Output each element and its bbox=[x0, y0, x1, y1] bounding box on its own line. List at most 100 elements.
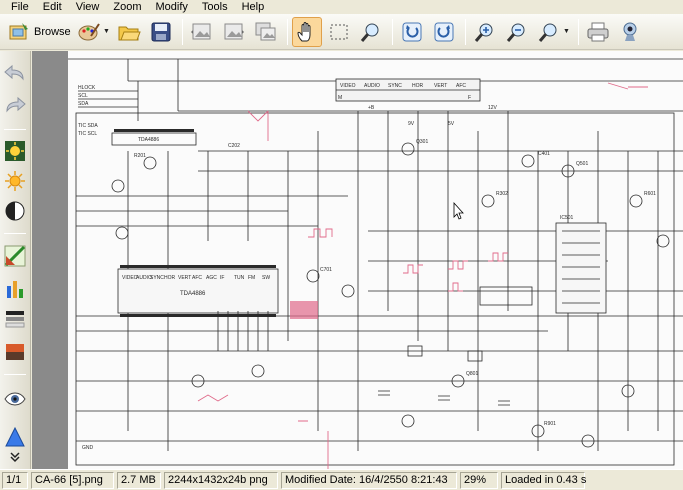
label-r601: R601 bbox=[644, 191, 656, 197]
preview-button[interactable] bbox=[3, 387, 27, 411]
brightness-icon bbox=[5, 141, 25, 161]
sidebar-separator bbox=[4, 233, 26, 234]
rotate-left-icon bbox=[402, 22, 422, 41]
ic-main-pin-6: AFC bbox=[192, 275, 202, 281]
palette-dropdown-icon[interactable]: ▼ bbox=[103, 28, 110, 35]
label-12v: 12V bbox=[488, 105, 498, 111]
redo-icon bbox=[6, 96, 26, 113]
schematic-image[interactable]: HLOCK SCL SDA TIC SDA TIC SCL R201 C202 … bbox=[68, 51, 683, 469]
toolbar-separator bbox=[577, 18, 579, 45]
browse-icon bbox=[9, 22, 28, 39]
label-f: F bbox=[468, 95, 471, 101]
eye-icon bbox=[4, 392, 26, 406]
print-button[interactable] bbox=[583, 17, 613, 47]
status-page: 1/1 bbox=[2, 471, 28, 489]
image-next-icon bbox=[224, 23, 244, 39]
magnifier-button[interactable] bbox=[356, 17, 386, 47]
schematic-drawing: HLOCK SCL SDA TIC SDA TIC SCL R201 C202 … bbox=[68, 58, 683, 469]
sharpen-icon bbox=[5, 426, 25, 447]
printer-icon bbox=[587, 22, 609, 41]
label-q801: Q801 bbox=[466, 371, 478, 377]
redo-button[interactable] bbox=[3, 93, 27, 117]
rotate-right-icon bbox=[434, 22, 454, 41]
rotate-left-button[interactable] bbox=[397, 17, 427, 47]
hue-button[interactable] bbox=[3, 307, 27, 331]
ic-main-pin-3: SYNC bbox=[150, 275, 164, 281]
label-tic-scl: TIC SCL bbox=[78, 131, 97, 137]
image-prev-icon bbox=[190, 23, 211, 39]
sidebar-more-button[interactable] bbox=[3, 449, 27, 465]
menu-zoom[interactable]: Zoom bbox=[106, 0, 148, 14]
label-c701: C701 bbox=[320, 267, 332, 273]
zoom-in-button[interactable] bbox=[470, 17, 500, 47]
image-viewer[interactable]: HLOCK SCL SDA TIC SDA TIC SCL R201 C202 … bbox=[32, 51, 683, 469]
swatch-icon bbox=[6, 344, 24, 360]
histogram-button[interactable] bbox=[3, 277, 27, 301]
open-button[interactable] bbox=[114, 17, 144, 47]
status-modified-date: Modified Date: 16/4/2550 8:21:43 bbox=[281, 471, 457, 489]
brightness-button[interactable] bbox=[3, 139, 27, 163]
webcam-button[interactable] bbox=[615, 17, 645, 47]
color-balance-button[interactable] bbox=[3, 244, 27, 268]
rotate-right-button[interactable] bbox=[429, 17, 459, 47]
zoom-out-button[interactable] bbox=[502, 17, 532, 47]
browse-label: Browse bbox=[34, 25, 71, 38]
toolbar-separator bbox=[286, 18, 288, 45]
toolbar-separator bbox=[391, 18, 393, 45]
ic-main-pin-9: TUN bbox=[234, 275, 245, 281]
light-button[interactable] bbox=[3, 169, 27, 193]
status-bar: 1/1 CA-66 [5].png 2.7 MB 2244x1432x24b p… bbox=[0, 469, 683, 490]
menu-edit[interactable]: Edit bbox=[36, 0, 69, 14]
label-r901: R901 bbox=[544, 421, 556, 427]
menu-view[interactable]: View bbox=[69, 0, 107, 14]
save-disk-icon bbox=[151, 22, 171, 41]
pan-tool-button[interactable] bbox=[291, 16, 322, 47]
hue-icon bbox=[5, 311, 25, 328]
undo-button[interactable] bbox=[3, 61, 27, 85]
sun-icon bbox=[5, 171, 25, 191]
menu-modify[interactable]: Modify bbox=[148, 0, 194, 14]
ic-main-pin-7: AGC bbox=[206, 275, 217, 281]
mouse-cursor-icon bbox=[453, 201, 464, 220]
sharpen-button[interactable] bbox=[3, 425, 27, 449]
select-rect-icon bbox=[330, 24, 348, 39]
webcam-icon bbox=[623, 22, 637, 41]
connector-pin-6: AFC bbox=[456, 83, 466, 89]
toolbar: Browse ▼ ▼ bbox=[0, 14, 683, 50]
connector-pin-1: VIDEO bbox=[340, 83, 356, 89]
ic-main-pin-11: SW bbox=[262, 275, 270, 281]
label-m: M bbox=[338, 95, 342, 101]
ic-main-pin-4: HOR bbox=[164, 275, 176, 281]
connector-pin-2: AUDIO bbox=[364, 83, 380, 89]
zoom-dropdown-icon bbox=[538, 23, 557, 42]
zoom-menu-button[interactable] bbox=[534, 17, 564, 47]
label-ic501: IC501 bbox=[560, 215, 574, 221]
label-q501: Q501 bbox=[576, 161, 588, 167]
more-icon bbox=[10, 452, 20, 463]
next-image-button[interactable] bbox=[219, 17, 249, 47]
label-c202: C202 bbox=[228, 143, 240, 149]
menu-bar: File Edit View Zoom Modify Tools Help bbox=[0, 0, 683, 14]
browse-button[interactable]: Browse bbox=[6, 17, 72, 47]
menu-tools[interactable]: Tools bbox=[195, 0, 235, 14]
swatch-button[interactable] bbox=[3, 340, 27, 364]
menu-file[interactable]: File bbox=[4, 0, 36, 14]
zoom-dropdown-arrow-icon[interactable]: ▼ bbox=[563, 28, 570, 35]
ic-main-pin-8: IF bbox=[220, 275, 224, 281]
palette-button[interactable] bbox=[74, 17, 104, 47]
toolbar-separator bbox=[464, 18, 466, 45]
slideshow-button[interactable] bbox=[251, 17, 281, 47]
label-scl: SCL bbox=[78, 93, 88, 99]
menu-help[interactable]: Help bbox=[235, 0, 272, 14]
label-b-plus: +B bbox=[368, 105, 375, 111]
label-c401: C401 bbox=[538, 151, 550, 157]
save-button[interactable] bbox=[146, 17, 176, 47]
palette-icon bbox=[78, 22, 100, 40]
ic-main-pin-5: VERT bbox=[178, 275, 191, 281]
label-9v: 9V bbox=[408, 121, 415, 127]
select-tool-button[interactable] bbox=[324, 17, 354, 47]
status-load-time: Loaded in 0.43 s bbox=[501, 471, 586, 489]
contrast-button[interactable] bbox=[3, 199, 27, 223]
previous-image-button[interactable] bbox=[187, 17, 217, 47]
toolbar-separator bbox=[181, 18, 183, 45]
